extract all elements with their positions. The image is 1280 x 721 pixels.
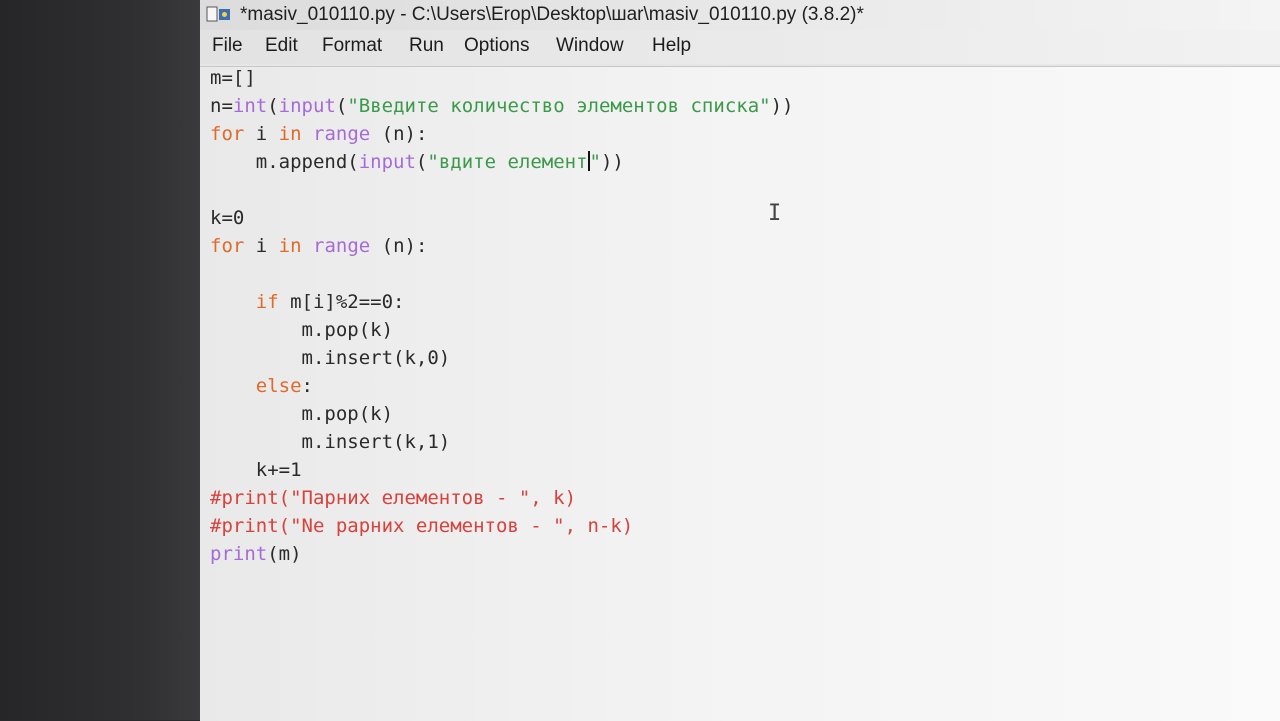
- code-line[interactable]: m.pop(k): [210, 319, 394, 341]
- menu-edit[interactable]: Edit: [265, 35, 298, 57]
- code-token: else: [255, 375, 302, 397]
- code-token: #print("Парних елементов - ", k): [210, 487, 577, 509]
- code-token: "Введите количество элементов списка": [347, 95, 771, 117]
- code-token: range: [313, 123, 371, 145]
- title-bar: *masiv_010110.py - C:\Users\Erop\Desktop…: [200, 0, 1280, 30]
- code-line[interactable]: m.insert(k,0): [210, 347, 451, 369]
- code-token: input: [278, 95, 336, 117]
- monitor-bezel: [0, 0, 200, 720]
- code-token: m.append(: [255, 151, 359, 173]
- code-token: ": [589, 151, 601, 173]
- code-token: m=[]: [210, 67, 256, 89]
- code-line[interactable]: print(m): [210, 543, 302, 565]
- menu-file[interactable]: File: [212, 35, 243, 57]
- code-token: n=: [210, 95, 233, 117]
- code-token: m.pop(k): [301, 403, 394, 425]
- code-token: m.pop(k): [301, 319, 394, 341]
- python-file-icon: [206, 6, 230, 22]
- code-token: (n):: [370, 123, 428, 145]
- menu-help[interactable]: Help: [652, 35, 691, 57]
- code-line[interactable]: k+=1: [210, 459, 302, 481]
- menu-options[interactable]: Options: [464, 35, 529, 57]
- code-token: #print("Ne рарних елементов - ", n-k): [210, 515, 634, 537]
- code-token: for: [210, 123, 245, 145]
- code-token: in: [278, 123, 302, 145]
- code-line[interactable]: m.pop(k): [210, 403, 394, 425]
- code-token: (: [267, 95, 279, 117]
- code-token: m.insert(k,0): [301, 347, 451, 369]
- code-line[interactable]: n=int(input("Введите количество элементо…: [210, 95, 793, 117]
- code-token: )): [600, 151, 624, 173]
- code-token: range: [313, 235, 371, 257]
- code-token: "вдите елемент: [427, 151, 588, 173]
- code-line[interactable]: #print("Ne рарних елементов - ", n-k): [210, 515, 633, 537]
- code-token: (m): [267, 543, 302, 565]
- menu-format[interactable]: Format: [322, 35, 382, 57]
- code-token: (: [335, 95, 348, 117]
- code-editor[interactable]: I m=[] n=int(input("Введите количество эл…: [200, 66, 1280, 721]
- code-line[interactable]: for i in range (n):: [210, 123, 427, 145]
- code-token: input: [358, 151, 416, 173]
- code-token: (: [415, 151, 428, 173]
- code-line[interactable]: else:: [210, 375, 313, 397]
- code-line[interactable]: k=0: [210, 207, 244, 229]
- code-token: m[i]%2==0:: [278, 291, 405, 313]
- code-token: i: [244, 123, 279, 145]
- code-token: for: [210, 235, 245, 257]
- code-line[interactable]: m.append(input("вдите елемент ")): [210, 151, 624, 173]
- code-token: :: [301, 375, 313, 397]
- window-title: *masiv_010110.py - C:\Users\Erop\Desktop…: [240, 4, 864, 25]
- code-token: i: [244, 235, 279, 257]
- menu-run[interactable]: Run: [409, 35, 444, 57]
- code-token: m.insert(k,1): [301, 431, 451, 453]
- code-token: print: [210, 543, 268, 565]
- code-token: (n):: [370, 235, 428, 257]
- code-line[interactable]: #print("Парних елементов - ", k): [210, 487, 576, 509]
- idle-editor-window: *masiv_010110.py - C:\Users\Erop\Desktop…: [200, 0, 1280, 721]
- code-line[interactable]: m.insert(k,1): [210, 431, 451, 453]
- code-token: k+=1: [255, 459, 302, 481]
- code-token: if: [255, 291, 279, 313]
- code-token: k=0: [210, 207, 245, 229]
- code-line[interactable]: if m[i]%2==0:: [210, 291, 405, 313]
- code-line[interactable]: for i in range (n):: [210, 235, 427, 257]
- menu-window[interactable]: Window: [556, 35, 624, 57]
- code-token: int: [232, 95, 268, 117]
- menu-bar: File Edit Format Run Options Window Help: [200, 30, 1280, 64]
- code-token: )): [770, 95, 794, 117]
- text-cursor-ibeam-icon: I: [768, 201, 782, 226]
- code-token: in: [278, 235, 302, 257]
- code-line[interactable]: m=[]: [210, 67, 256, 89]
